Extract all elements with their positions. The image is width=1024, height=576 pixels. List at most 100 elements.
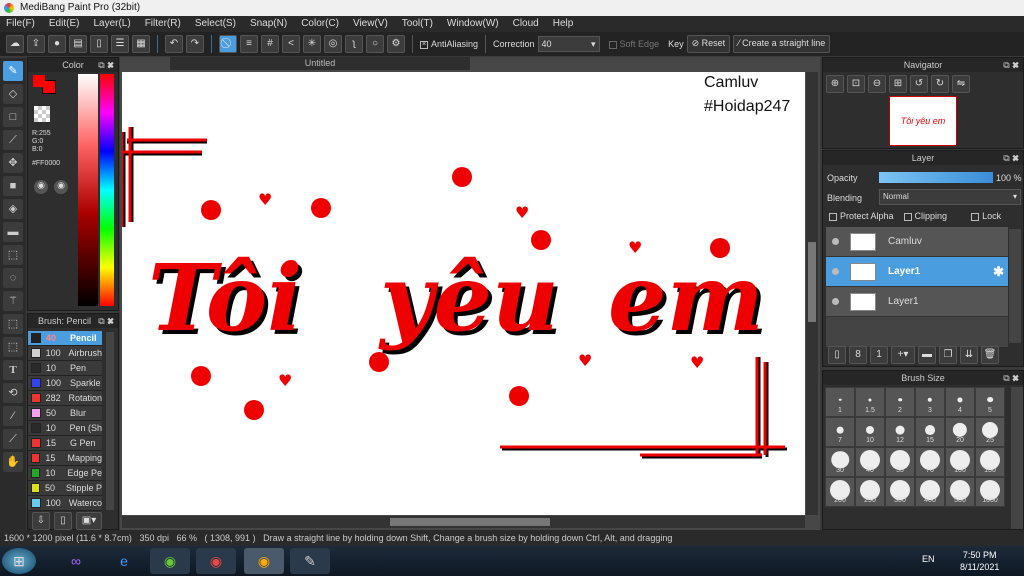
correction-select[interactable]: 40 ▾	[537, 36, 600, 52]
cloud-icon[interactable]: ☁	[6, 35, 24, 53]
menu-view[interactable]: View(V)	[353, 18, 388, 30]
flip-icon[interactable]: ⇋	[952, 75, 970, 93]
brush-size-cell[interactable]: 500	[945, 477, 975, 507]
coccoc-icon[interactable]: ◉	[150, 548, 190, 574]
zoom-fit-icon[interactable]: ⊡	[847, 75, 865, 93]
palette-icon[interactable]: ◉	[34, 180, 48, 194]
close-icon[interactable]: ⧉ ✖	[98, 314, 114, 328]
chrome-icon[interactable]: ◉	[196, 548, 236, 574]
brush-item[interactable]: 100 Waterco	[28, 496, 102, 511]
antialiasing-checkbox[interactable]: × AntiAliasing	[420, 39, 478, 49]
eraser-tool-icon[interactable]: ◇	[3, 84, 23, 104]
brush-size-cell[interactable]: 30	[825, 447, 855, 477]
add-layer-menu-icon[interactable]: +▾	[891, 346, 915, 364]
brush-item[interactable]: 15 Mapping	[28, 451, 102, 466]
clipping-checkbox[interactable]: Clipping	[903, 211, 947, 221]
brush-item[interactable]: 10 Pen	[28, 361, 102, 376]
medibang-icon[interactable]: ◉	[244, 548, 284, 574]
navigator-thumbnail[interactable]: Tôi yêu em	[889, 96, 957, 146]
visual-studio-icon[interactable]: ∞	[56, 548, 96, 574]
undo-icon[interactable]: ↶	[165, 35, 183, 53]
snap-vanish-icon[interactable]: <	[282, 35, 300, 53]
language-indicator[interactable]: EN	[922, 554, 935, 564]
brush-size-cell[interactable]: 250	[855, 477, 885, 507]
brush-size-cell[interactable]: 150	[975, 447, 1005, 477]
operation-tool-icon[interactable]: ⟲	[3, 383, 23, 403]
menu-layer[interactable]: Layer(L)	[93, 18, 130, 30]
menu-edit[interactable]: Edit(E)	[49, 18, 80, 30]
grid-icon[interactable]: ▦	[132, 35, 150, 53]
drawing-canvas[interactable]: ♥♥♥♥ ♥♥ Tôi Tôi yêu yêu em em Camluv #Hoi…	[122, 72, 805, 515]
lasso-tool-icon[interactable]: ◌	[3, 268, 23, 288]
brush-item[interactable]: 282 Rotation	[28, 391, 102, 406]
select-pen-tool-icon[interactable]: ⬚	[3, 314, 23, 334]
brush-size-cell[interactable]: 70	[915, 447, 945, 477]
fill-rect-tool-icon[interactable]: ■	[3, 176, 23, 196]
lock-checkbox[interactable]: Lock	[971, 211, 1001, 221]
brush-item[interactable]: 15 G Pen	[28, 436, 102, 451]
bucket-tool-icon[interactable]: ◈	[3, 199, 23, 219]
transparent-swatch[interactable]	[34, 106, 50, 122]
brush-size-cell[interactable]: 200	[825, 477, 855, 507]
brush-item[interactable]: 100 Sparkle	[28, 376, 102, 391]
list-icon[interactable]: ☰	[111, 35, 129, 53]
visibility-icon[interactable]	[832, 268, 839, 275]
share-icon[interactable]: ⇪	[27, 35, 45, 53]
menu-window[interactable]: Window(W)	[447, 18, 499, 30]
menu-help[interactable]: Help	[553, 18, 574, 30]
brush-size-cell[interactable]: 4	[945, 387, 975, 417]
brush-size-cell[interactable]: 25	[975, 417, 1005, 447]
layer-row-camluv[interactable]: Camluv	[826, 227, 1008, 257]
move-tool-icon[interactable]: ✥	[3, 153, 23, 173]
snap-parallel-icon[interactable]: ≡	[240, 35, 258, 53]
snap-ellipse-icon[interactable]: ○	[366, 35, 384, 53]
brush-list-scrollbar[interactable]	[106, 332, 114, 510]
internet-explorer-icon[interactable]: e	[104, 548, 144, 574]
brush-size-cell[interactable]: 1	[825, 387, 855, 417]
select-tool-icon[interactable]: ⬚	[3, 245, 23, 265]
color-shade-slider[interactable]	[78, 74, 98, 306]
vertical-scrollbar[interactable]	[806, 72, 818, 515]
layer-row-layer1-selected[interactable]: Layer1 ✱	[826, 257, 1008, 287]
menu-tool[interactable]: Tool(T)	[402, 18, 433, 30]
brush-size-cell[interactable]: 1000	[975, 477, 1005, 507]
text-tool-icon[interactable]: T	[3, 360, 23, 380]
new-1bit-layer-icon[interactable]: 1	[870, 346, 888, 364]
palette-add-icon[interactable]: ◉	[54, 180, 68, 194]
brush-size-cell[interactable]: 400	[915, 477, 945, 507]
snap-radial-icon[interactable]: ✳	[303, 35, 321, 53]
brush-size-cell[interactable]: 20	[945, 417, 975, 447]
brush-item[interactable]: 40 Pencil	[28, 331, 102, 346]
comment-icon[interactable]: ●	[48, 35, 66, 53]
new-brush-icon[interactable]: ▯	[54, 512, 72, 530]
menu-cloud[interactable]: Cloud	[513, 18, 539, 30]
gradient-tool-icon[interactable]: ▬	[3, 222, 23, 242]
protect-alpha-checkbox[interactable]: Protect Alpha	[829, 211, 894, 221]
select-eraser-tool-icon[interactable]: ⬚	[3, 337, 23, 357]
rotate-right-icon[interactable]: ↻	[931, 75, 949, 93]
brush-size-cell[interactable]: 5	[975, 387, 1005, 417]
merge-layer-icon[interactable]: ⇊	[960, 346, 978, 364]
brush-size-cell[interactable]: 40	[855, 447, 885, 477]
visibility-icon[interactable]	[832, 238, 839, 245]
close-icon[interactable]: ⧉ ✖	[1003, 371, 1019, 385]
magic-wand-tool-icon[interactable]: ⚚	[3, 291, 23, 311]
brush-tool-icon[interactable]: ✎	[3, 61, 23, 81]
divide-tool-icon[interactable]: ⁄	[3, 406, 23, 426]
layer-scrollbar[interactable]	[1009, 229, 1021, 343]
secondary-color-swatch[interactable]	[33, 75, 45, 87]
brush-menu-icon[interactable]: ▣▾	[76, 512, 102, 530]
soft-edge-checkbox[interactable]: Soft Edge	[608, 39, 659, 49]
document-tab[interactable]: Untitled	[170, 57, 470, 70]
snap-settings-icon[interactable]: ⚙	[387, 35, 405, 53]
snap-cross-icon[interactable]: #	[261, 35, 279, 53]
actual-size-icon[interactable]: ⊞	[889, 75, 907, 93]
menu-color[interactable]: Color(C)	[301, 18, 339, 30]
brush-size-cell[interactable]: 1.5	[855, 387, 885, 417]
opacity-slider[interactable]	[879, 172, 993, 183]
new-layer-icon[interactable]: ▯	[828, 346, 846, 364]
visibility-icon[interactable]	[832, 298, 839, 305]
snap-curve-icon[interactable]: ʅ	[345, 35, 363, 53]
folder-icon[interactable]: ▬	[918, 346, 936, 364]
new-8bit-layer-icon[interactable]: 8	[849, 346, 867, 364]
